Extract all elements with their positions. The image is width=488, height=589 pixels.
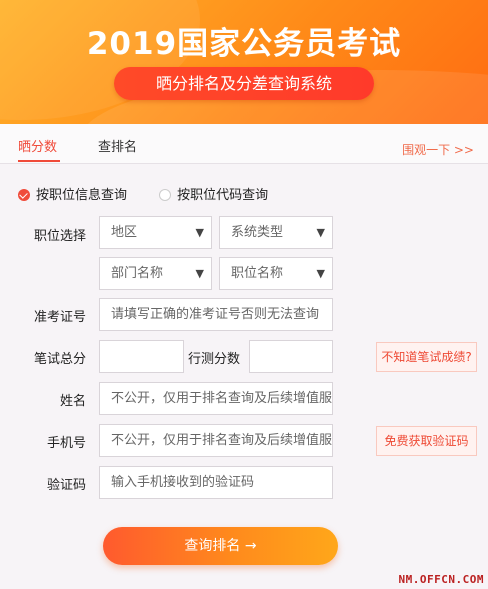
radio-unchecked-icon (159, 189, 172, 201)
active-tab-indicator (18, 160, 60, 162)
name-label: 姓名 (59, 394, 86, 409)
written-score-label: 笔试总分 (33, 352, 86, 367)
chevron-down-icon: ▼ (316, 267, 325, 280)
department-value: 部门名称 (111, 266, 164, 281)
job-select[interactable]: 职位名称 ▼ (219, 257, 333, 290)
header-banner: 2019国家公务员考试 晒分排名及分差查询系统 (0, 0, 488, 124)
job-value: 职位名称 (231, 266, 284, 281)
aptitude-score-input[interactable] (249, 340, 333, 373)
get-code-button[interactable]: 免费获取验证码 (376, 426, 477, 456)
phone-label: 手机号 (46, 436, 86, 451)
region-select-value: 地区 (111, 225, 138, 240)
query-card: 晒分数 查排名 围观一下 >> 按职位信息查询 按职位代码查询 职位选择 地区 … (0, 124, 488, 589)
tab-bar: 晒分数 查排名 围观一下 >> (0, 124, 488, 164)
radio-by-code-label: 按职位代码查询 (177, 188, 269, 203)
page-title: 2019国家公务员考试 (86, 26, 402, 62)
system-type-select[interactable]: 系统类型 ▼ (219, 216, 333, 249)
submit-rank-button[interactable]: 查询排名 → (103, 527, 338, 565)
chevron-down-icon: ▼ (195, 226, 204, 239)
code-label: 验证码 (46, 478, 86, 493)
exam-number-input[interactable]: 请填写正确的准考证号否则无法查询 (99, 298, 333, 331)
chevron-down-icon: ▼ (195, 267, 204, 280)
tab-check-rank[interactable]: 查排名 (98, 136, 137, 155)
radio-by-info-label: 按职位信息查询 (36, 188, 128, 203)
unknown-score-button[interactable]: 不知道笔试成绩? (376, 342, 477, 372)
tab-share-score[interactable]: 晒分数 (18, 136, 57, 155)
position-label: 职位选择 (33, 229, 86, 244)
aptitude-score-label: 行测分数 (187, 352, 240, 367)
region-select[interactable]: 地区 ▼ (99, 216, 212, 249)
name-input[interactable]: 不公开，仅用于排名查询及后续增值服务 (99, 382, 333, 415)
radio-by-code[interactable]: 按职位代码查询 (159, 188, 268, 203)
chevron-down-icon: ▼ (316, 226, 325, 239)
code-input[interactable]: 输入手机接收到的验证码 (99, 466, 333, 499)
department-select[interactable]: 部门名称 ▼ (99, 257, 212, 290)
radio-checked-icon (18, 189, 30, 201)
system-type-value: 系统类型 (231, 225, 284, 240)
site-watermark: NM.OFFCN.COM (398, 573, 484, 586)
radio-by-info[interactable]: 按职位信息查询 (18, 188, 131, 203)
query-mode-group: 按职位信息查询 按职位代码查询 (18, 184, 268, 203)
look-around-link[interactable]: 围观一下 >> (402, 141, 474, 158)
page-subtitle: 晒分排名及分差查询系统 (114, 67, 374, 100)
exam-number-label: 准考证号 (33, 310, 86, 325)
phone-input[interactable]: 不公开，仅用于排名查询及后续增值服务 (99, 424, 333, 457)
